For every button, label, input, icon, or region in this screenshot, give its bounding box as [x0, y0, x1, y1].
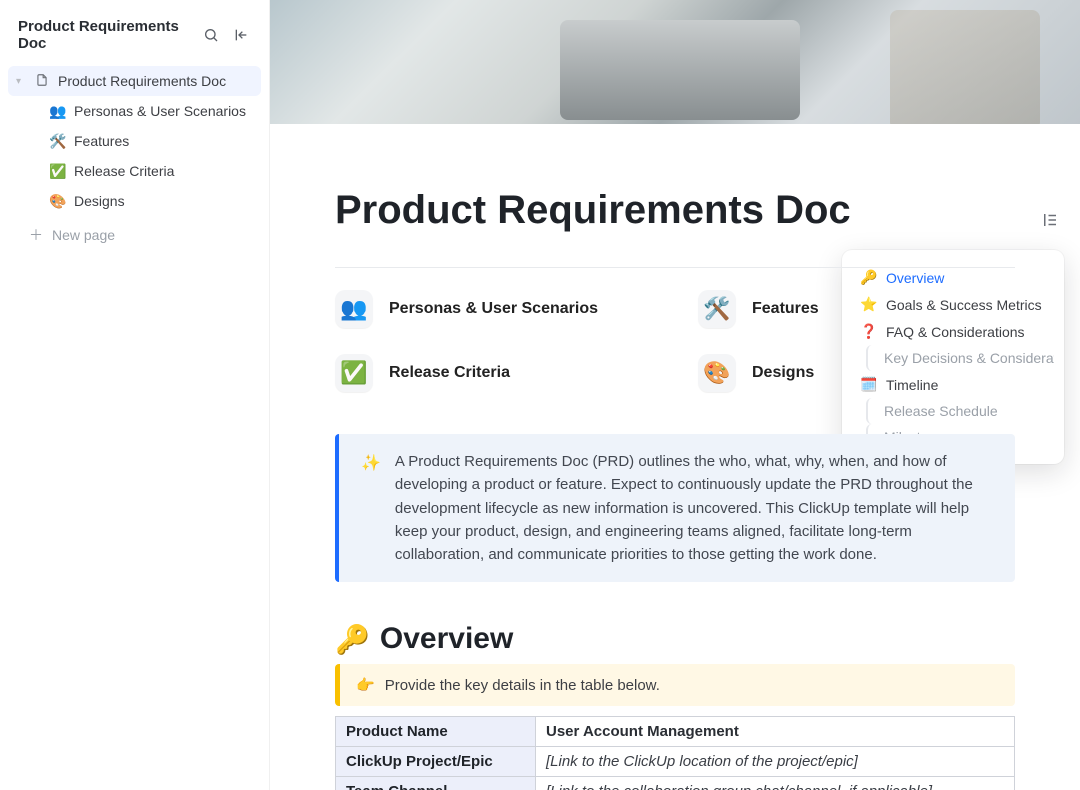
- cover-image[interactable]: [270, 0, 1080, 124]
- collapse-sidebar-icon[interactable]: [229, 23, 253, 47]
- table-key[interactable]: ClickUp Project/Epic: [336, 747, 536, 777]
- new-page-label: New page: [52, 227, 115, 243]
- overview-tip-text: Provide the key details in the table bel…: [385, 677, 660, 694]
- search-icon[interactable]: [199, 23, 223, 47]
- section-heading-overview[interactable]: 🔑 Overview: [335, 622, 1015, 656]
- features-icon: 🛠️: [48, 133, 68, 150]
- table-key[interactable]: Product Name: [336, 717, 536, 747]
- tree-root-item[interactable]: ▾ Product Requirements Doc: [8, 66, 261, 96]
- tree-item-personas[interactable]: 👥 Personas & User Scenarios: [8, 96, 261, 126]
- divider: [335, 267, 1015, 268]
- release-icon: ✅: [335, 354, 373, 392]
- plus-icon: ＋: [26, 225, 46, 245]
- tree-item-label: Release Criteria: [74, 163, 174, 179]
- tree-item-label: Designs: [74, 193, 125, 209]
- designs-icon: 🎨: [698, 354, 736, 392]
- tree-item-designs[interactable]: 🎨 Designs: [8, 186, 261, 216]
- card-label: Release Criteria: [389, 364, 510, 382]
- card-designs[interactable]: 🎨 Designs: [698, 354, 1015, 392]
- page-title[interactable]: Product Requirements Doc: [335, 188, 1015, 233]
- sidebar-title: Product Requirements Doc: [18, 18, 193, 52]
- overview-table[interactable]: Product Name User Account Management Cli…: [335, 716, 1015, 790]
- callout-text: A Product Requirements Doc (PRD) outline…: [395, 450, 993, 566]
- card-release-criteria[interactable]: ✅ Release Criteria: [335, 354, 652, 392]
- page-tree: ▾ Product Requirements Doc 👥 Personas & …: [0, 64, 269, 252]
- intro-callout[interactable]: ✨ A Product Requirements Doc (PRD) outli…: [335, 434, 1015, 582]
- outline-toggle-icon[interactable]: [1036, 206, 1064, 234]
- subpage-cards: 👥 Personas & User Scenarios 🛠️ Features …: [335, 290, 1015, 392]
- card-personas[interactable]: 👥 Personas & User Scenarios: [335, 290, 652, 328]
- table-row: Product Name User Account Management: [336, 717, 1015, 747]
- tree-item-label: Personas & User Scenarios: [74, 103, 246, 119]
- release-icon: ✅: [48, 163, 68, 180]
- tree-item-features[interactable]: 🛠️ Features: [8, 126, 261, 156]
- main-content: 🔑 Overview ⭐ Goals & Success Metrics ❓ F…: [270, 0, 1080, 790]
- table-key[interactable]: Team Channel: [336, 777, 536, 790]
- document-icon: [32, 73, 52, 90]
- personas-icon: 👥: [48, 103, 68, 120]
- caret-down-icon[interactable]: ▾: [16, 76, 30, 87]
- designs-icon: 🎨: [48, 193, 68, 210]
- card-features[interactable]: 🛠️ Features: [698, 290, 1015, 328]
- document-body: Product Requirements Doc 👥 Personas & Us…: [315, 124, 1035, 790]
- tree-item-label: Features: [74, 133, 129, 149]
- tree-item-release-criteria[interactable]: ✅ Release Criteria: [8, 156, 261, 186]
- table-value[interactable]: [Link to the ClickUp location of the pro…: [536, 747, 1015, 777]
- tree-root-label: Product Requirements Doc: [58, 73, 226, 89]
- table-value[interactable]: [Link to the collaboration group chat/ch…: [536, 777, 1015, 790]
- table-row: Team Channel [Link to the collaboration …: [336, 777, 1015, 790]
- table-value[interactable]: User Account Management: [536, 717, 1015, 747]
- features-icon: 🛠️: [698, 290, 736, 328]
- sparkle-icon: ✨: [361, 450, 381, 566]
- section-heading-label: Overview: [380, 622, 513, 656]
- new-page-button[interactable]: ＋ New page: [8, 220, 261, 250]
- overview-tip[interactable]: 👉 Provide the key details in the table b…: [335, 664, 1015, 706]
- table-row: ClickUp Project/Epic [Link to the ClickU…: [336, 747, 1015, 777]
- sidebar-header: Product Requirements Doc: [0, 0, 269, 64]
- personas-icon: 👥: [335, 290, 373, 328]
- card-label: Designs: [752, 364, 814, 382]
- card-label: Features: [752, 300, 819, 318]
- sidebar: Product Requirements Doc ▾ Product Requi…: [0, 0, 270, 790]
- key-icon: 🔑: [335, 623, 370, 656]
- point-right-icon: 👉: [356, 676, 375, 694]
- card-label: Personas & User Scenarios: [389, 300, 598, 318]
